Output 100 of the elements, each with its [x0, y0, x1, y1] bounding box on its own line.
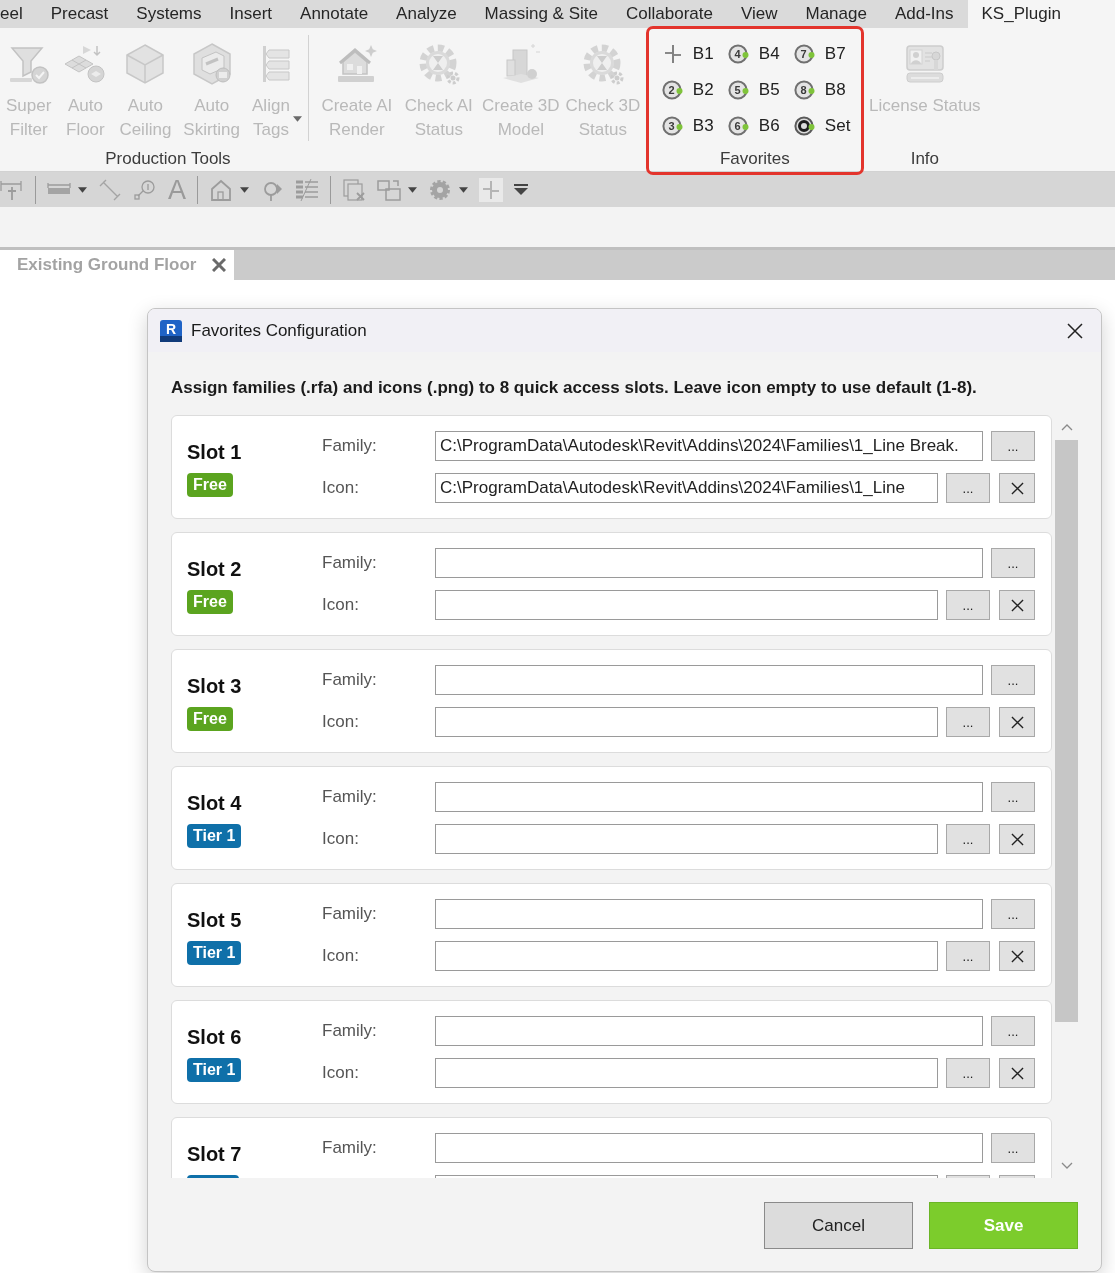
dialog-button[interactable]: Cancel [764, 1202, 913, 1249]
family-field[interactable] [435, 899, 983, 929]
field-label: Icon: [322, 828, 359, 850]
favorite-button[interactable]: 5 B5 [727, 72, 780, 108]
clear-button[interactable] [999, 473, 1035, 503]
list-lines-icon[interactable] [295, 177, 319, 202]
family-field[interactable] [435, 782, 983, 812]
dropdown-icon[interactable] [514, 183, 528, 196]
icon-field[interactable] [435, 590, 938, 620]
slot-title: Slot 6 [187, 1025, 242, 1049]
numbered-circle-icon: 6 [727, 115, 750, 137]
browse-button[interactable]: ... [946, 590, 990, 620]
favorite-button[interactable]: Set [793, 108, 851, 144]
x-icon [1010, 481, 1024, 495]
family-field[interactable] [435, 665, 983, 695]
clear-button[interactable] [999, 941, 1035, 971]
ribbon-tab[interactable]: KS_Plugin [967, 0, 1115, 28]
plan-badge: Tier 1 [187, 1058, 242, 1082]
clear-button[interactable] [999, 707, 1035, 737]
field-label: Family: [322, 903, 377, 925]
caret-icon[interactable] [240, 186, 249, 193]
close-icon[interactable] [212, 258, 227, 272]
sheet-icon[interactable] [342, 177, 366, 202]
chevron-down-icon[interactable] [1060, 1162, 1073, 1169]
slot-title: Slot 3 [187, 674, 242, 698]
x-icon [1010, 715, 1024, 729]
browse-button[interactable]: ... [946, 1058, 990, 1088]
scrollbar-thumb[interactable] [1055, 440, 1078, 1022]
slot-title: Slot 4 [187, 791, 242, 815]
clear-button[interactable] [999, 824, 1035, 854]
family-field[interactable] [435, 1016, 983, 1046]
browse-button[interactable]: ... [991, 431, 1035, 461]
house-icon[interactable] [209, 177, 233, 202]
icon-field[interactable] [435, 824, 938, 854]
browse-button[interactable]: ... [991, 899, 1035, 929]
favorite-button[interactable]: 7 B7 [793, 36, 846, 72]
caret-icon[interactable] [459, 186, 468, 193]
gear-icon[interactable] [428, 177, 452, 202]
ribbon-tab[interactable]: Collaborate [612, 0, 727, 28]
plan-badge: Free [187, 473, 233, 497]
browse-button[interactable]: ... [991, 1016, 1035, 1046]
switch-windows-icon[interactable] [377, 177, 401, 202]
ribbon-tab[interactable]: Add-Ins [880, 0, 968, 28]
plan-badge: Free [187, 707, 233, 731]
browse-button[interactable]: ... [991, 665, 1035, 695]
browse-button[interactable]: ... [946, 824, 990, 854]
chevron-up-icon[interactable] [1060, 424, 1073, 431]
ribbon-tab[interactable]: View [726, 0, 792, 28]
favorite-button[interactable]: 6 B6 [727, 108, 780, 144]
caret-icon[interactable] [78, 186, 87, 193]
instruction-text: Assign families (.rfa) and icons (.png) to 8 quick access slots. Leave icon empty to use default (1-8). [171, 378, 978, 398]
ribbon-tab[interactable]: Systems [122, 0, 216, 28]
plan-badge: Tier 1 [187, 824, 242, 848]
ribbon-tab[interactable]: Precast [36, 0, 123, 28]
ribbon-tab[interactable]: eel [0, 0, 37, 28]
panel-label: Production Tools [104, 148, 232, 170]
favorite-button[interactable]: 3 B3 [661, 108, 714, 144]
family-field[interactable] [435, 548, 983, 578]
slot-title: Slot 7 [187, 1142, 242, 1166]
field-label: Icon: [322, 945, 359, 967]
family-field[interactable]: C:\ProgramData\Autodesk\Revit\Addins\2024\Families\1_Line Break. [435, 431, 983, 461]
favorite-button[interactable]: 4 B4 [727, 36, 780, 72]
favorite-button[interactable]: B1 [661, 36, 714, 72]
tag-icon[interactable] [133, 177, 157, 202]
field-label: Family: [322, 1020, 377, 1042]
icon-field[interactable] [435, 707, 938, 737]
ring-icon [793, 115, 816, 137]
close-icon [1067, 322, 1083, 339]
family-field[interactable] [435, 1133, 983, 1163]
favorite-button[interactable]: 2 B2 [661, 72, 714, 108]
slot-title: Slot 5 [187, 908, 242, 932]
icon-field[interactable]: C:\ProgramData\Autodesk\Revit\Addins\2024\Families\1_Line [435, 473, 938, 503]
panel-label: Favorites [718, 148, 791, 170]
numbered-circle-icon: 5 [727, 79, 750, 101]
browse-button[interactable]: ... [991, 1133, 1035, 1163]
icon-field[interactable] [435, 1058, 938, 1088]
panel-label: Info [909, 148, 940, 170]
clear-button[interactable] [999, 1058, 1035, 1088]
ribbon-tab[interactable]: Manage [791, 0, 881, 28]
numbered-circle-icon: 8 [793, 79, 816, 101]
favorite-button[interactable]: 8 B8 [793, 72, 846, 108]
field-label: Icon: [322, 1062, 359, 1084]
ribbon-tab[interactable]: Massing & Site [470, 0, 612, 28]
browse-button[interactable]: ... [946, 707, 990, 737]
browse-button[interactable]: ... [946, 473, 990, 503]
browse-button[interactable]: ... [946, 941, 990, 971]
ribbon-tab[interactable]: Analyze [382, 0, 471, 28]
browse-button[interactable]: ... [991, 548, 1035, 578]
clear-button[interactable] [999, 590, 1035, 620]
ribbon-tab[interactable]: Insert [215, 0, 287, 28]
field-label: Family: [322, 786, 377, 808]
angled-dimension-icon[interactable] [98, 177, 122, 202]
icon-field[interactable] [435, 941, 938, 971]
browse-button[interactable]: ... [991, 782, 1035, 812]
numbered-circle-icon: 4 [727, 43, 750, 65]
break-line-icon[interactable] [479, 177, 503, 202]
caret-icon[interactable] [408, 186, 417, 193]
dialog-title: Favorites Configuration [191, 320, 368, 341]
ribbon-tab[interactable]: Annotate [286, 0, 383, 28]
slot-title: Slot 1 [187, 440, 242, 464]
